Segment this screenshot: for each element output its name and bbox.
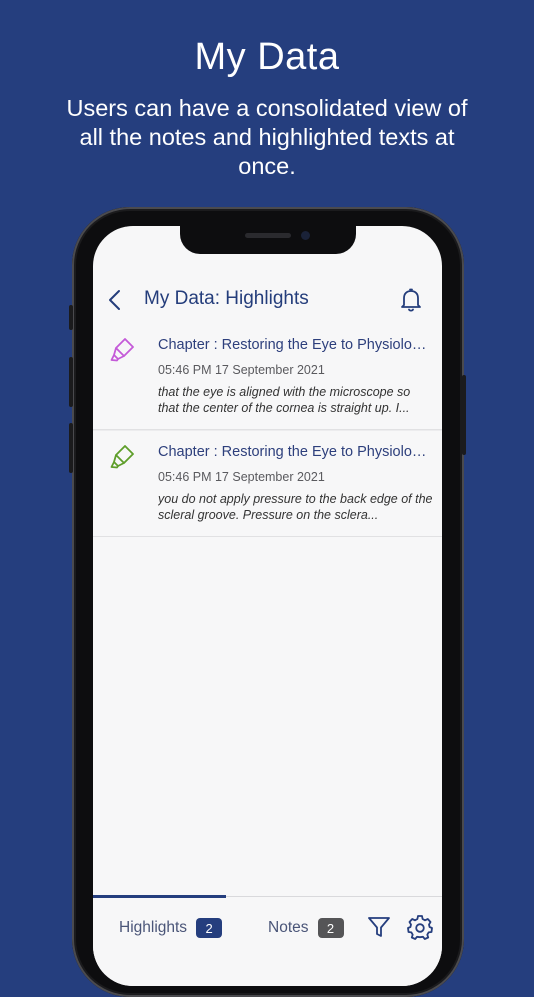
tab-notes-label: Notes: [268, 919, 309, 936]
phone-volume-down-button: [69, 423, 73, 473]
item-text: you do not apply pressure to the back ed…: [158, 492, 433, 522]
promo-title: My Data: [194, 36, 340, 78]
active-tab-indicator: [93, 895, 226, 898]
highlighter-icon: [110, 442, 138, 470]
item-title[interactable]: Chapter : Restoring the Eye to Physiolog…: [158, 337, 433, 353]
highlights-count-badge: 2: [196, 918, 223, 938]
phone-power-button: [462, 375, 466, 455]
highlights-list: Chapter : Restoring the Eye to Physiolog…: [93, 324, 442, 537]
tab-notes[interactable]: Notes 2: [268, 917, 344, 939]
filter-icon[interactable]: [366, 914, 392, 940]
phone-notch: [180, 224, 356, 254]
app-header: My Data: Highlights: [93, 272, 442, 332]
list-item[interactable]: Chapter : Restoring the Eye to Physiolog…: [93, 324, 442, 430]
list-item[interactable]: Chapter : Restoring the Eye to Physiolog…: [93, 430, 442, 537]
phone-speaker: [245, 233, 291, 238]
page-title: My Data: Highlights: [144, 288, 309, 309]
promo-subtitle: Users can have a consolidated view of al…: [66, 95, 468, 179]
item-title[interactable]: Chapter : Restoring the Eye to Physiolog…: [158, 444, 433, 460]
item-text: that the eye is aligned with the microsc…: [158, 385, 411, 415]
notes-count-badge: 2: [317, 918, 344, 938]
phone-volume-up-button: [69, 357, 73, 407]
highlighter-icon: [110, 335, 138, 363]
phone-camera: [301, 231, 310, 240]
chevron-left-icon[interactable]: [105, 288, 127, 312]
tab-highlights-label: Highlights: [119, 919, 188, 936]
phone-screen: My Data: Highlights Chapter : Restoring …: [93, 226, 442, 986]
tab-highlights[interactable]: Highlights 2: [119, 917, 223, 939]
bottom-tab-bar: Highlights 2 Notes 2: [93, 895, 442, 986]
item-timestamp: 05:46 PM 17 September 2021: [158, 363, 325, 377]
phone-side-button: [69, 305, 73, 330]
item-timestamp: 05:46 PM 17 September 2021: [158, 470, 325, 484]
bell-icon[interactable]: [399, 287, 423, 313]
gear-icon[interactable]: [407, 914, 433, 940]
